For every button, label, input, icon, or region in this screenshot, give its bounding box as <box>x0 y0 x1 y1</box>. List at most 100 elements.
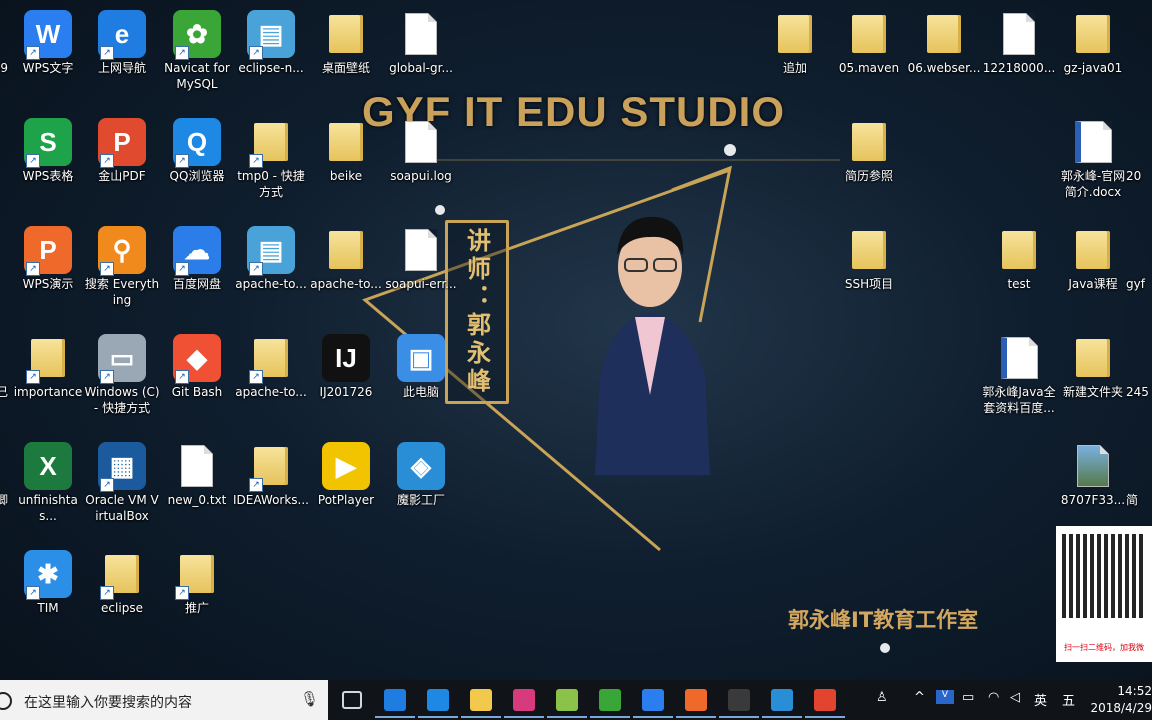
system-clock[interactable]: 14:52 2018/4/29 <box>1088 683 1152 717</box>
taskbar-app-camtasia-recorder[interactable] <box>805 684 845 718</box>
taskbar-app-wps-writer[interactable] <box>633 684 673 718</box>
qq-browser-icon: Q ↗ <box>173 118 221 168</box>
desktop-icon[interactable]: ◆ ↗ Git Bash <box>159 328 235 400</box>
desktop-icon[interactable]: 简历参照 <box>831 112 907 184</box>
desktop-icon-partial[interactable]: 卿 <box>0 436 8 508</box>
people-icon[interactable]: ♙ <box>876 690 888 705</box>
desktop-icon[interactable]: ▶ PotPlayer <box>308 436 384 508</box>
taskbar-app-edge[interactable] <box>375 684 415 718</box>
desktop-icon[interactable]: P ↗ 金山PDF <box>84 112 160 184</box>
desktop-icon-label: 魔影工厂 <box>396 493 445 507</box>
desktop-icon[interactable]: ▭ ↗ Windows (C) - 快捷方式 <box>84 328 160 416</box>
desktop-icon[interactable]: ↗ apache-to... <box>233 328 309 400</box>
desktop-icon-label: Oracle VM VirtualBox <box>85 493 159 523</box>
desktop-icon[interactable]: W ↗ WPS文字 <box>10 4 86 76</box>
desktop-icon[interactable]: ▤ ↗ apache-to... <box>233 220 309 292</box>
word-file-icon <box>995 334 1043 382</box>
desktop-icon[interactable]: soapui-err... <box>383 220 459 292</box>
baidu-netdisk-icon: ☁ ↗ <box>173 226 221 276</box>
desktop-icon-partial[interactable]: 20 <box>1126 112 1152 184</box>
format-factory-icon: ◈ <box>397 442 445 490</box>
potplayer-icon: ▶ <box>322 442 370 490</box>
cmd-icon <box>728 689 750 711</box>
desktop-icon[interactable]: SSH项目 <box>831 220 907 292</box>
desktop-icon[interactable]: beike <box>308 112 384 184</box>
desktop-icon[interactable]: Xunfinishtas... <box>10 436 86 524</box>
wifi-icon[interactable]: ◠ <box>988 690 999 705</box>
vbox-tray-icon[interactable]: V <box>936 690 954 704</box>
desktop-icon[interactable]: test <box>981 220 1057 292</box>
desktop-icon[interactable]: Q ↗ QQ浏览器 <box>159 112 235 184</box>
desktop-icon[interactable]: e ↗ 上网导航 <box>84 4 160 76</box>
taskbar-app-file-explorer[interactable] <box>461 684 501 718</box>
shortcut-arrow-icon: ↗ <box>100 154 114 168</box>
tray-chevron-icon[interactable]: ^ <box>914 690 925 705</box>
desktop-icon-partial[interactable]: 245 <box>1126 328 1152 400</box>
desktop-icon[interactable]: ↗ 推广 <box>159 544 235 616</box>
desktop-icon[interactable]: 06.webser... <box>906 4 982 76</box>
folder-icon <box>322 118 370 166</box>
taskbar-app-intellij[interactable] <box>504 684 544 718</box>
microphone-icon[interactable]: 🎙 <box>300 690 319 708</box>
desktop-icon[interactable]: 桌面壁纸 <box>308 4 384 76</box>
desktop-icon[interactable]: ▣ 此电脑 <box>383 328 459 400</box>
battery-icon[interactable]: ▭ <box>962 690 974 705</box>
desktop-icon[interactable]: 追加 <box>757 4 833 76</box>
desktop-icon[interactable]: ↗ importance <box>10 328 86 400</box>
desktop-icon-label: 05.maven <box>838 61 900 75</box>
desktop-icon[interactable]: apache-to... <box>308 220 384 292</box>
desktop-icon-partial[interactable]: 简 <box>1126 436 1152 508</box>
volume-icon[interactable]: ◁ <box>1010 690 1020 705</box>
desktop-icon[interactable]: 郭永峰Java全套资料百度... <box>981 328 1057 416</box>
desktop-icon[interactable]: 郭永峰-官网简介.docx <box>1055 112 1131 200</box>
desktop-icon[interactable]: global-gr... <box>383 4 459 76</box>
desktop-icon[interactable]: ↗ IDEAWorks... <box>233 436 309 508</box>
desktop-icon-label: gz-java01 <box>1063 61 1123 75</box>
desktop-icon[interactable]: 05.maven <box>831 4 907 76</box>
tim-icon: ✱ ↗ <box>24 550 72 600</box>
file-explorer-icon <box>470 689 492 711</box>
desktop-icon[interactable]: gz-java01 <box>1055 4 1131 76</box>
desktop-icon-partial[interactable]: 己 <box>0 328 8 400</box>
desktop-icon-partial[interactable]: gyf <box>1126 220 1152 292</box>
taskbar-app-camtasia[interactable] <box>590 684 630 718</box>
desktop-icon[interactable]: new_0.txt <box>159 436 235 508</box>
desktop-icon[interactable]: ↗ eclipse <box>84 544 160 616</box>
intellij-icon <box>513 689 535 711</box>
desktop-icon[interactable]: ☁ ↗ 百度网盘 <box>159 220 235 292</box>
shortcut-arrow-icon: ↗ <box>175 46 189 60</box>
desktop-icon[interactable]: 8707F33... <box>1055 436 1131 508</box>
taskbar-app-notepad-plus[interactable] <box>547 684 587 718</box>
desktop-icon[interactable]: IJ IJ201726 <box>308 328 384 400</box>
desktop-icon[interactable]: P ↗ WPS演示 <box>10 220 86 292</box>
desktop-icon[interactable]: Java课程 <box>1055 220 1131 292</box>
search-input[interactable]: 在这里输入你要搜索的内容 <box>24 692 192 712</box>
desktop-icon[interactable]: ◈ 魔影工厂 <box>383 436 459 508</box>
desktop-icon-label: WPS文字 <box>22 61 74 75</box>
folder-icon <box>322 226 370 274</box>
desktop-icon[interactable]: ⚲ ↗ 搜索 Everything <box>84 220 160 308</box>
taskbar-search-box[interactable]: 在这里输入你要搜索的内容 🎙 <box>0 680 328 720</box>
folder-icon: ↗ <box>98 550 146 600</box>
desktop-icon[interactable]: ▦ ↗ Oracle VM VirtualBox <box>84 436 160 524</box>
taskbar-app-task-view[interactable] <box>332 684 372 716</box>
desktop-icon-label: eclipse <box>101 601 143 615</box>
taskbar-app-wps-presentation[interactable] <box>676 684 716 718</box>
desktop-icon[interactable]: ↗ tmp0 - 快捷方式 <box>233 112 309 200</box>
desktop-icon[interactable]: S ↗ WPS表格 <box>10 112 86 184</box>
taskbar-app-qq-browser[interactable] <box>418 684 458 718</box>
qr-caption: 扫一扫二维码，加我微 <box>1064 643 1144 652</box>
taskbar-app-format-factory[interactable] <box>762 684 802 718</box>
ime-mode[interactable]: 五 <box>1062 690 1075 709</box>
desktop-icon[interactable]: 12218000... <box>981 4 1057 76</box>
ime-language[interactable]: 英 <box>1034 690 1047 709</box>
desktop-icon[interactable]: ✱ ↗ TIM <box>10 544 86 616</box>
desktop-icon-partial[interactable]: 9 <box>0 4 8 76</box>
desktop-icon[interactable]: 新建文件夹 <box>1055 328 1131 400</box>
taskbar-app-cmd[interactable] <box>719 684 759 718</box>
folder-icon: ↗ <box>247 334 295 384</box>
desktop-icon-label: tmp0 - 快捷方式 <box>237 169 305 199</box>
desktop-icon[interactable]: ▤ ↗ eclipse-n... <box>233 4 309 76</box>
desktop-icon[interactable]: soapui.log <box>383 112 459 184</box>
desktop-icon[interactable]: ✿ ↗ Navicat for MySQL <box>159 4 235 92</box>
